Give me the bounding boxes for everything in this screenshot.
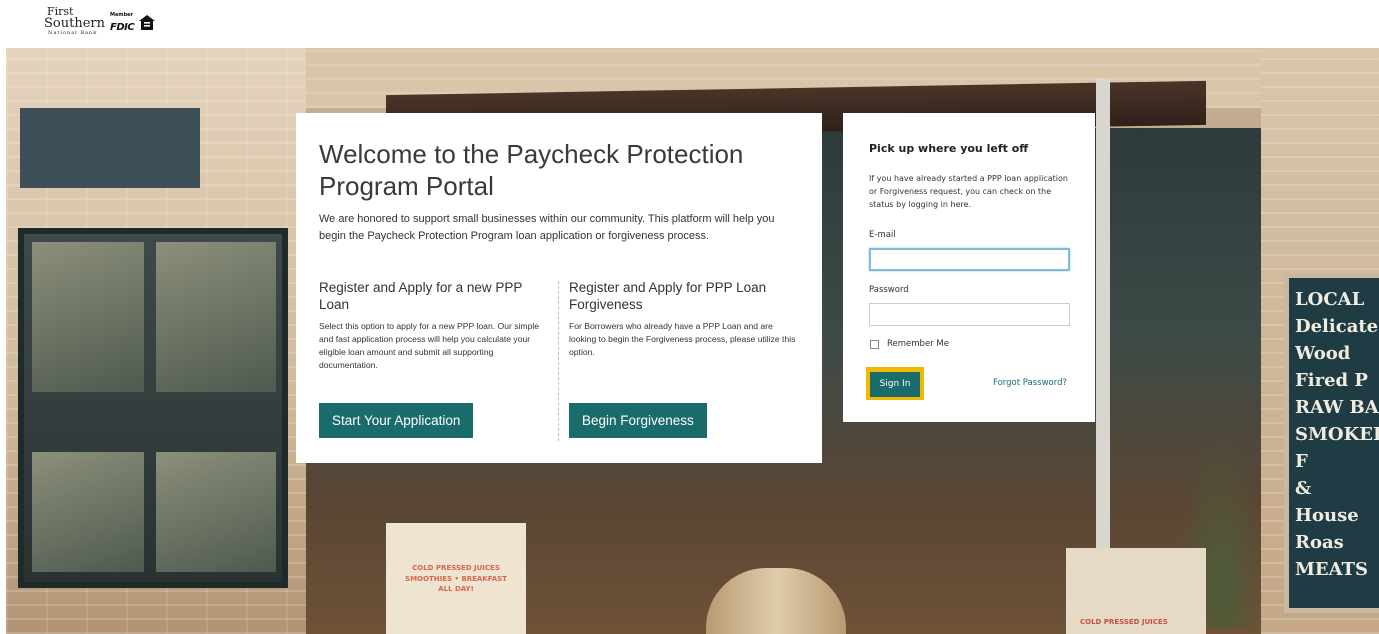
sign-in-focus-ring: Sign In bbox=[866, 367, 924, 400]
chalkboard-sign: LOCAL Delicatess Wood Fired P RAW BA SMOKED … bbox=[1284, 273, 1379, 613]
new-loan-heading: Register and Apply for a new PPP Loan bbox=[319, 280, 523, 312]
email-field[interactable] bbox=[869, 248, 1070, 271]
new-loan-section: Register and Apply for a new PPP Loan Se… bbox=[319, 279, 549, 372]
forgiveness-description: For Borrowers who already have a PPP Loa… bbox=[569, 321, 796, 357]
password-label: Password bbox=[869, 285, 909, 295]
equal-housing-lender-icon bbox=[139, 15, 156, 30]
juice-sign-right-text: COLD PRESSED JUICES bbox=[1080, 618, 1168, 626]
site-header: First Southern National Bank Member FDIC bbox=[0, 0, 1379, 48]
fdic-member-text: Member bbox=[110, 12, 134, 18]
chalkboard-line: LOCAL bbox=[1295, 289, 1365, 310]
chalkboard-line: House Roas bbox=[1295, 505, 1359, 553]
chalkboard-line: SMOKED F bbox=[1295, 424, 1379, 472]
planter-box bbox=[20, 108, 200, 188]
sign-in-button[interactable]: Sign In bbox=[870, 372, 920, 397]
start-application-button[interactable]: Start Your Application bbox=[319, 403, 474, 438]
begin-forgiveness-button[interactable]: Begin Forgiveness bbox=[569, 403, 707, 438]
remember-me-label[interactable]: Remember Me bbox=[887, 339, 949, 349]
fdic-text: FDIC bbox=[110, 21, 135, 33]
login-card: Pick up where you left off If you have a… bbox=[843, 113, 1095, 422]
logo-line2: Southern bbox=[44, 16, 105, 31]
forgot-password-link[interactable]: Forgot Password? bbox=[993, 378, 1067, 388]
welcome-title: Welcome to the Paycheck Protection Progr… bbox=[319, 139, 744, 201]
password-field[interactable] bbox=[869, 303, 1070, 326]
column-divider bbox=[558, 281, 559, 441]
remember-me-checkbox[interactable] bbox=[870, 340, 879, 349]
login-intro: If you have already started a PPP loan a… bbox=[869, 174, 1068, 209]
login-title: Pick up where you left off bbox=[869, 142, 1029, 155]
chalkboard-line: & bbox=[1295, 478, 1312, 499]
new-loan-description: Select this option to apply for a new PP… bbox=[319, 321, 540, 370]
welcome-card: Welcome to the Paycheck Protection Progr… bbox=[296, 113, 822, 463]
storefront-window-left bbox=[18, 228, 288, 588]
chalkboard-text: LOCAL Delicatess Wood Fired P RAW BA SMOKED … bbox=[1289, 278, 1379, 591]
chalkboard-line: RAW BA bbox=[1295, 397, 1379, 418]
welcome-intro: We are honored to support small business… bbox=[319, 213, 775, 242]
logo-line3: National Bank bbox=[48, 30, 98, 36]
juice-sign-line: SMOOTHIES • BREAKFAST bbox=[405, 574, 507, 583]
juice-sign-line: COLD PRESSED JUICES bbox=[412, 564, 500, 572]
forgiveness-section: Register and Apply for PPP Loan Forgiven… bbox=[569, 279, 799, 359]
bank-logo[interactable]: First Southern National Bank bbox=[44, 6, 105, 42]
fdic-badge: Member FDIC bbox=[110, 12, 156, 34]
chalkboard-line: MEATS bbox=[1295, 559, 1369, 580]
juice-sign-right: COLD PRESSED JUICES bbox=[1066, 548, 1206, 634]
chalkboard-line: Delicatess bbox=[1295, 316, 1379, 337]
forgiveness-heading: Register and Apply for PPP Loan Forgiven… bbox=[569, 280, 767, 312]
email-label: E-mail bbox=[869, 230, 896, 240]
juice-sign: COLD PRESSED JUICES SMOOTHIES • BREAKFAST… bbox=[386, 523, 526, 634]
juice-sign-line: ALL DAY! bbox=[438, 585, 474, 593]
chalkboard-line: Wood Fired P bbox=[1295, 343, 1368, 391]
